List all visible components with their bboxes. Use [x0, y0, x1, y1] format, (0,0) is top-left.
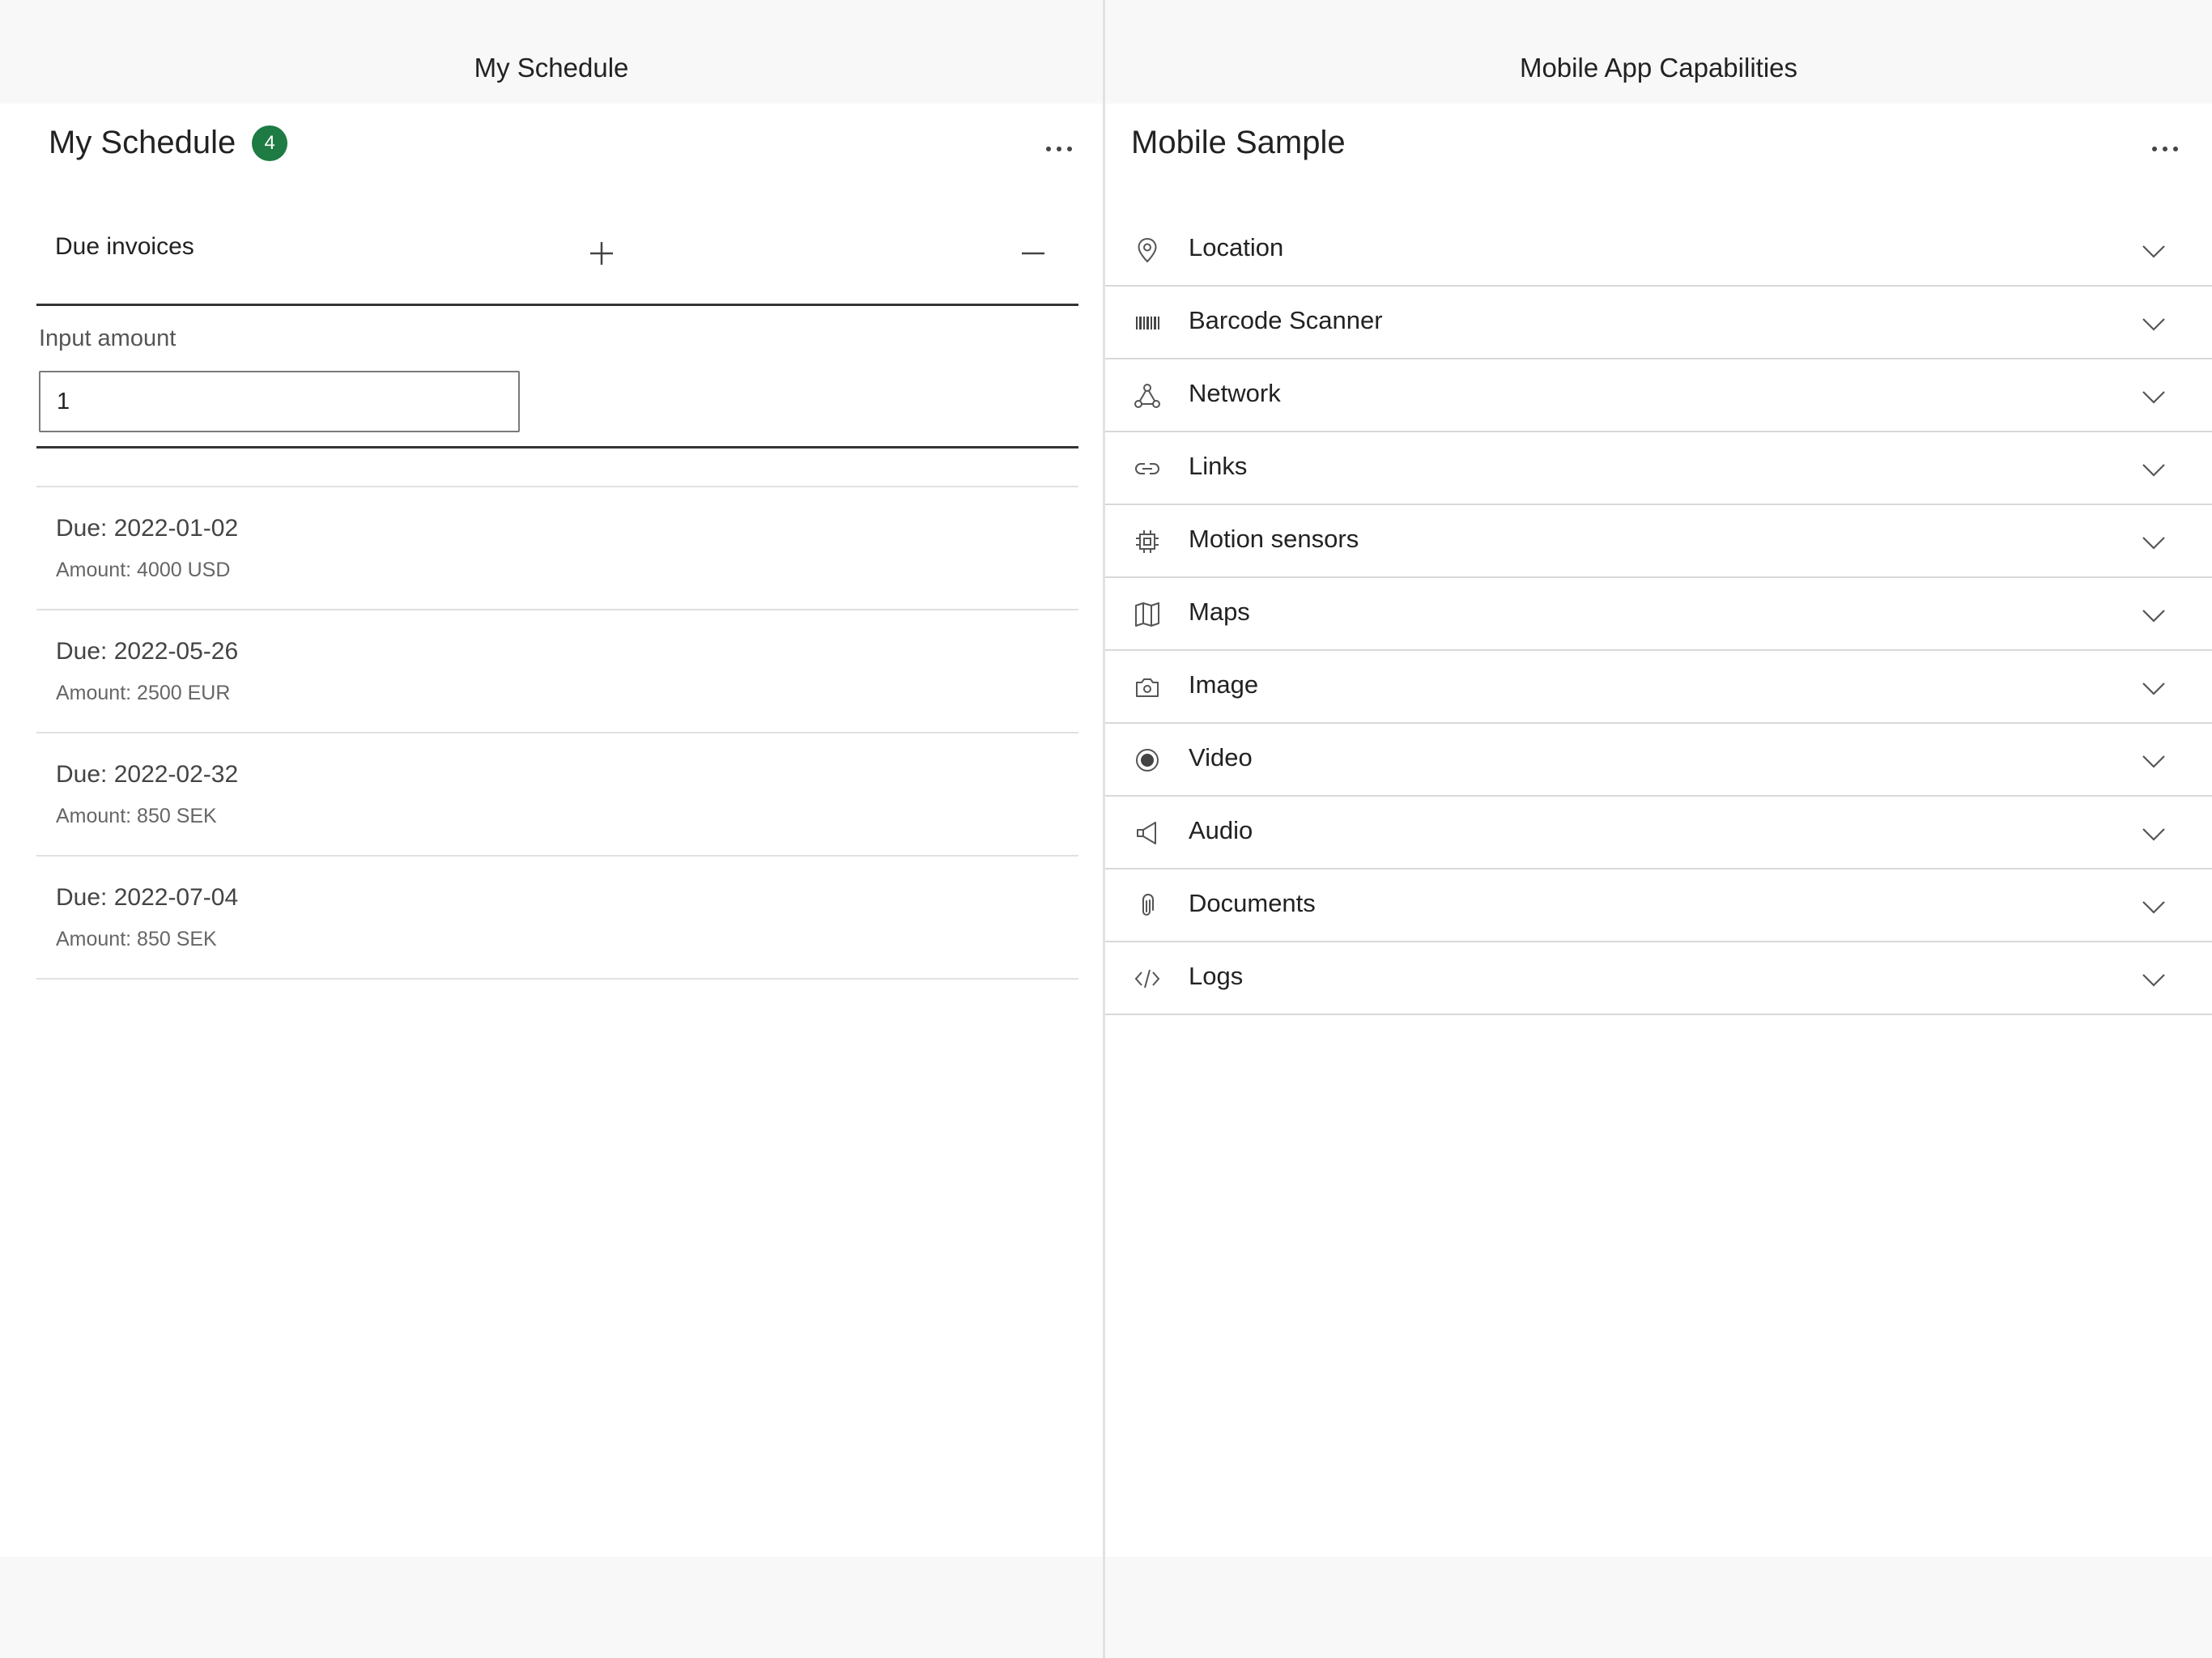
capability-motion-sensors[interactable]: Motion sensors — [1105, 505, 2212, 578]
mobile-sample-header: Mobile Sample — [1131, 125, 1346, 161]
invoice-due-date: Due: 2022-05-26 — [56, 638, 239, 665]
chevron-down-icon — [2141, 675, 2167, 701]
add-button[interactable] — [579, 231, 624, 276]
capability-location[interactable]: Location — [1105, 214, 2212, 287]
plus-icon — [590, 242, 613, 265]
minus-icon — [1022, 252, 1044, 255]
invoice-due-date: Due: 2022-01-02 — [56, 515, 239, 542]
chevron-down-icon — [2141, 748, 2167, 774]
capabilities-nav-title: Mobile App Capabilities — [1519, 53, 1798, 83]
more-icon — [1046, 147, 1072, 151]
code-icon — [1134, 965, 1161, 993]
capability-label: Maps — [1189, 597, 1250, 626]
invoice-due-date: Due: 2022-02-32 — [56, 761, 239, 788]
capability-label: Barcode Scanner — [1189, 306, 1383, 334]
chevron-down-icon — [2141, 821, 2167, 847]
count-badge: 4 — [252, 125, 288, 161]
mobile-sample-title: Mobile Sample — [1131, 125, 1346, 160]
capability-label: Logs — [1189, 962, 1244, 990]
schedule-nav-title: My Schedule — [474, 53, 629, 83]
more-icon — [2152, 147, 2178, 151]
capability-links[interactable]: Links — [1105, 432, 2212, 505]
capability-video[interactable]: Video — [1105, 724, 2212, 797]
invoice-due-date: Due: 2022-07-04 — [56, 884, 239, 911]
speaker-icon — [1134, 819, 1161, 847]
invoice-amount: Amount: 4000 USD — [56, 559, 231, 581]
schedule-more-button[interactable] — [1035, 125, 1083, 173]
capability-label: Motion sensors — [1189, 525, 1359, 553]
due-invoices-row: Due invoices — [36, 201, 1078, 306]
capability-audio[interactable]: Audio — [1105, 797, 2212, 869]
capability-network[interactable]: Network — [1105, 359, 2212, 432]
capability-documents[interactable]: Documents — [1105, 869, 2212, 942]
capability-label: Network — [1189, 379, 1281, 407]
camera-icon — [1134, 674, 1161, 701]
input-amount-section: Input amount — [36, 306, 1078, 449]
paperclip-icon — [1134, 892, 1161, 920]
chevron-down-icon — [2141, 384, 2167, 410]
capability-label: Documents — [1189, 889, 1316, 917]
capability-image[interactable]: Image — [1105, 651, 2212, 724]
invoice-item[interactable]: Due: 2022-01-02 Amount: 4000 USD — [36, 487, 1078, 610]
map-icon — [1134, 601, 1161, 628]
capability-logs[interactable]: Logs — [1105, 942, 2212, 1015]
chevron-down-icon — [2141, 967, 2167, 993]
invoice-amount: Amount: 2500 EUR — [56, 682, 231, 704]
capability-barcode-scanner[interactable]: Barcode Scanner — [1105, 287, 2212, 359]
remove-button[interactable] — [1010, 231, 1056, 276]
invoice-item[interactable]: Due: 2022-02-32 Amount: 850 SEK — [36, 733, 1078, 857]
invoice-amount: Amount: 850 SEK — [56, 805, 217, 827]
capabilities-more-button[interactable] — [2141, 125, 2189, 173]
schedule-header: My Schedule 4 — [49, 125, 288, 161]
invoice-item[interactable]: Due: 2022-05-26 Amount: 2500 EUR — [36, 610, 1078, 733]
capability-maps[interactable]: Maps — [1105, 578, 2212, 651]
capabilities-pane: Mobile App Capabilities Mobile Sample Lo… — [1105, 0, 2212, 1658]
capabilities-content: Mobile Sample Location Barcode Scanner N… — [1105, 104, 2212, 1557]
capabilities-nav-bar: Mobile App Capabilities — [1105, 0, 2212, 104]
capability-label: Audio — [1189, 816, 1253, 844]
schedule-content: My Schedule 4 Due invoices Input amount … — [0, 104, 1103, 1557]
barcode-icon — [1134, 309, 1161, 337]
location-pin-icon — [1134, 236, 1161, 264]
capability-label: Links — [1189, 452, 1248, 480]
invoice-item[interactable]: Due: 2022-07-04 Amount: 850 SEK — [36, 857, 1078, 980]
capability-label: Video — [1189, 743, 1253, 772]
invoice-list: Due: 2022-01-02 Amount: 4000 USD Due: 20… — [36, 486, 1078, 980]
chevron-down-icon — [2141, 311, 2167, 337]
link-icon — [1134, 455, 1161, 483]
chevron-down-icon — [2141, 602, 2167, 628]
capabilities-bottom-bar — [1105, 1557, 2212, 1658]
due-invoices-label: Due invoices — [55, 233, 194, 260]
capability-label: Location — [1189, 233, 1284, 261]
invoice-amount: Amount: 850 SEK — [56, 928, 217, 950]
schedule-bottom-bar — [0, 1557, 1103, 1658]
chip-icon — [1134, 528, 1161, 555]
schedule-title: My Schedule — [49, 125, 236, 160]
record-icon — [1134, 746, 1161, 774]
chevron-down-icon — [2141, 238, 2167, 264]
schedule-pane: My Schedule My Schedule 4 Due invoices I… — [0, 0, 1103, 1658]
capability-label: Image — [1189, 670, 1259, 699]
input-amount-label: Input amount — [39, 325, 177, 351]
chevron-down-icon — [2141, 457, 2167, 483]
capability-list: Location Barcode Scanner Network Links M… — [1105, 214, 2212, 1015]
chevron-down-icon — [2141, 529, 2167, 555]
amount-input[interactable] — [39, 371, 520, 432]
schedule-nav-bar: My Schedule — [0, 0, 1103, 104]
chevron-down-icon — [2141, 894, 2167, 920]
network-icon — [1134, 382, 1161, 410]
